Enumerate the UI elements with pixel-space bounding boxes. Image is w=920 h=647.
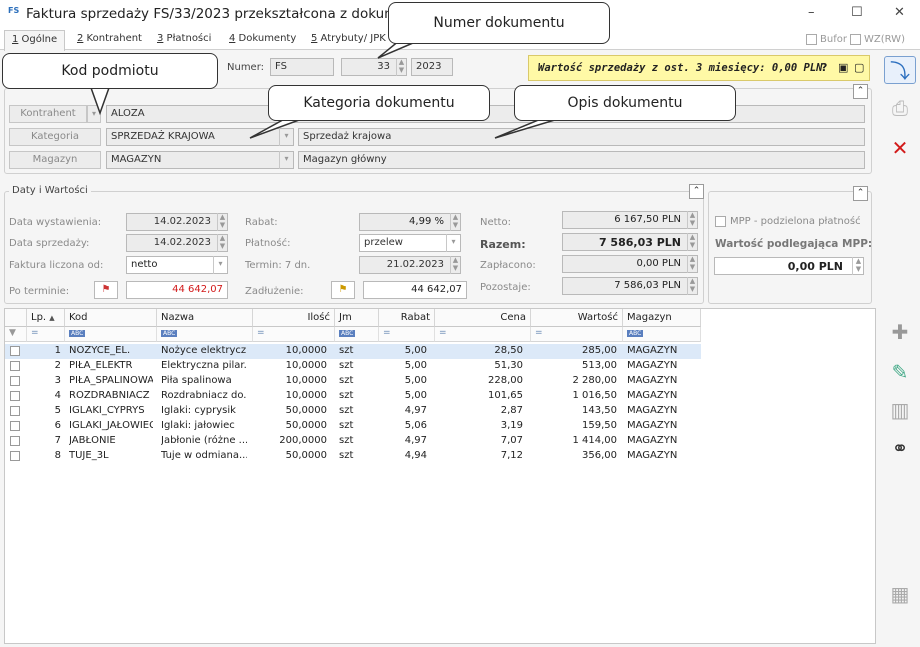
edit-item-icon[interactable]: ✎	[884, 358, 916, 386]
add-item-icon[interactable]: ✚	[884, 318, 916, 346]
callout-kod-podmiotu: Kod podmiotu	[2, 53, 218, 89]
print-icon[interactable]: ⎙	[884, 94, 916, 122]
delete-item-icon[interactable]: ▥	[884, 396, 916, 424]
kod-pointer	[88, 84, 112, 116]
calculator-icon[interactable]: ▦	[884, 580, 916, 608]
save-document-icon[interactable]: ⤵	[884, 56, 916, 84]
cancel-icon[interactable]: ✕	[884, 134, 916, 162]
callout-kategoria-dokumentu: Kategoria dokumentu	[268, 85, 490, 121]
binoculars-icon[interactable]: ⚭	[884, 434, 916, 462]
callout-opis-dokumentu: Opis dokumentu	[514, 85, 736, 121]
callout-numer-dokumentu: Numer dokumentu	[388, 2, 610, 44]
right-toolbar: ⤵ ⎙ ✕ ✚ ✎ ▥ ⚭ ▦	[880, 50, 920, 647]
